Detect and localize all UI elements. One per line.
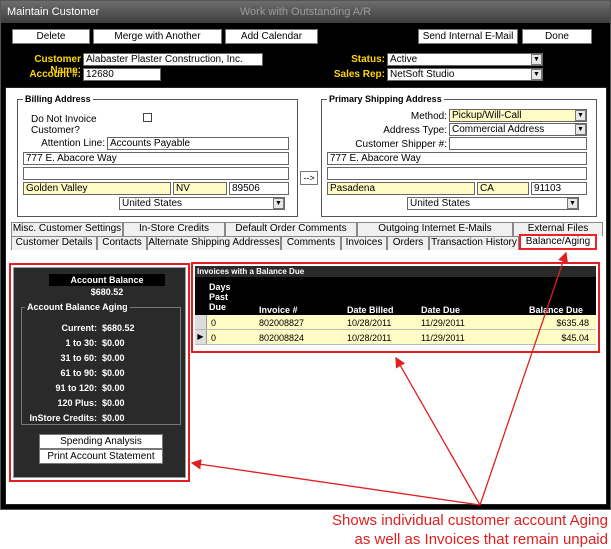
arrow-to-invoices-grid	[395, 356, 481, 506]
annotation-callout: Shows individual customer account Aging …	[250, 511, 608, 549]
annotation-arrows	[190, 251, 568, 506]
callout-line-1: Shows individual customer account Aging	[332, 512, 608, 529]
callout-line-2: as well as Invoices that remain unpaid	[354, 531, 608, 548]
arrow-to-balance-panel	[190, 459, 481, 506]
arrow-to-balance-tab	[479, 251, 568, 506]
